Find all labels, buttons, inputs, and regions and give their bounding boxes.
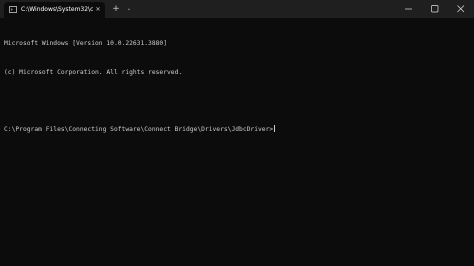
- tab-dropdown-button[interactable]: ⌄: [124, 3, 134, 15]
- prompt-line[interactable]: C:\Program Files\Connecting Software\Con…: [4, 124, 474, 135]
- text-cursor: [274, 124, 276, 132]
- new-tab-button[interactable]: +: [110, 3, 122, 15]
- terminal-output[interactable]: Microsoft Windows [Version 10.0.22631.38…: [0, 18, 474, 266]
- terminal-line: Microsoft Windows [Version 10.0.22631.38…: [4, 40, 168, 47]
- title-bar[interactable]: C:\Windows\System32\cmd.e ✕ + ⌄: [0, 0, 474, 18]
- maximize-button[interactable]: [422, 0, 448, 18]
- minimize-icon: [405, 8, 412, 10]
- tab-title: C:\Windows\System32\cmd.e: [21, 6, 93, 13]
- terminal-icon: [9, 6, 17, 13]
- terminal-line: (c) Microsoft Corporation. All rights re…: [4, 68, 183, 76]
- maximize-icon: [431, 5, 439, 13]
- close-tab-button[interactable]: ✕: [93, 4, 103, 16]
- tab-cmd[interactable]: C:\Windows\System32\cmd.e ✕: [4, 2, 105, 18]
- close-window-button[interactable]: [448, 0, 474, 18]
- close-icon: [457, 5, 465, 13]
- close-icon: ✕: [95, 6, 101, 13]
- minimize-button[interactable]: [396, 0, 422, 18]
- command-prompt: C:\Program Files\Connecting Software\Con…: [4, 125, 274, 133]
- terminal-window: C:\Windows\System32\cmd.e ✕ + ⌄ Microsof…: [0, 0, 474, 266]
